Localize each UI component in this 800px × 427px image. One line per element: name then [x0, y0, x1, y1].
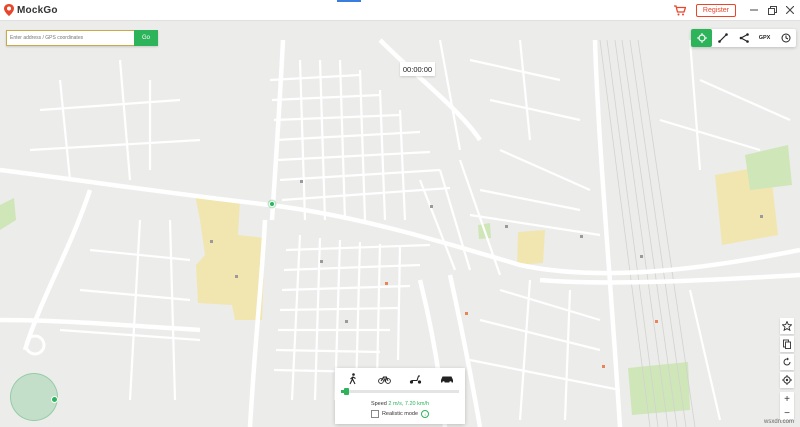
teleport-icon[interactable]: [691, 29, 712, 47]
reset-icon[interactable]: [780, 354, 794, 370]
cart-icon[interactable]: [672, 2, 688, 18]
realistic-mode-label: Realistic mode: [381, 411, 419, 417]
title-bar: MockGo Register: [0, 0, 800, 21]
map-view[interactable]: [0, 20, 800, 427]
speed-value: 2 m/s, 7.20 km/h: [388, 401, 430, 407]
car-icon[interactable]: [437, 372, 457, 386]
realistic-mode-checkbox[interactable]: [370, 410, 379, 418]
map-pin-icon: [4, 4, 14, 16]
zoom-out-button[interactable]: −: [780, 406, 794, 420]
two-spot-route-icon[interactable]: [712, 29, 733, 47]
zoom-in-button[interactable]: +: [780, 392, 794, 406]
speed-label: Speed: [370, 401, 387, 407]
zoom-control: + −: [780, 392, 794, 420]
multi-spot-route-icon[interactable]: [733, 29, 754, 47]
mode-toolbar: GPX: [691, 29, 796, 47]
app-logo: MockGo: [4, 4, 58, 16]
timer-display: 00:00:00: [400, 62, 435, 76]
restore-icon[interactable]: [764, 2, 780, 18]
walking-icon[interactable]: [343, 372, 363, 386]
locate-icon[interactable]: [780, 372, 794, 388]
current-location-marker[interactable]: [267, 199, 277, 209]
map-canvas: [0, 20, 800, 427]
joystick-handle[interactable]: [51, 396, 58, 403]
speed-readout: Speed 2 m/s, 7.20 km/h: [335, 401, 465, 407]
movement-modes: [335, 368, 465, 390]
minimize-icon[interactable]: [746, 2, 762, 18]
import-gpx-icon[interactable]: [780, 336, 794, 352]
landuse-area: [517, 230, 545, 265]
speed-panel: Speed 2 m/s, 7.20 km/h Realistic mode i: [335, 368, 465, 424]
info-icon[interactable]: i: [421, 410, 430, 418]
search-bar: Go: [6, 30, 158, 46]
speed-slider-thumb[interactable]: [343, 388, 349, 395]
cycling-icon[interactable]: [374, 372, 394, 386]
speed-slider[interactable]: [341, 388, 459, 395]
import-gpx-button[interactable]: GPX: [754, 29, 775, 47]
register-button[interactable]: Register: [695, 3, 736, 17]
close-icon[interactable]: [782, 2, 798, 18]
scooter-icon[interactable]: [406, 372, 426, 386]
history-icon[interactable]: [775, 29, 796, 47]
search-input[interactable]: [6, 30, 134, 46]
realistic-mode-row: Realistic mode i: [335, 410, 465, 418]
star-icon[interactable]: [780, 318, 794, 334]
app-name: MockGo: [17, 4, 58, 16]
watermark: wsxdn.com: [763, 419, 794, 425]
go-button[interactable]: Go: [134, 30, 158, 46]
side-toolbar: [780, 318, 794, 390]
title-accent-bar: [337, 0, 361, 2]
joystick[interactable]: [10, 373, 58, 421]
